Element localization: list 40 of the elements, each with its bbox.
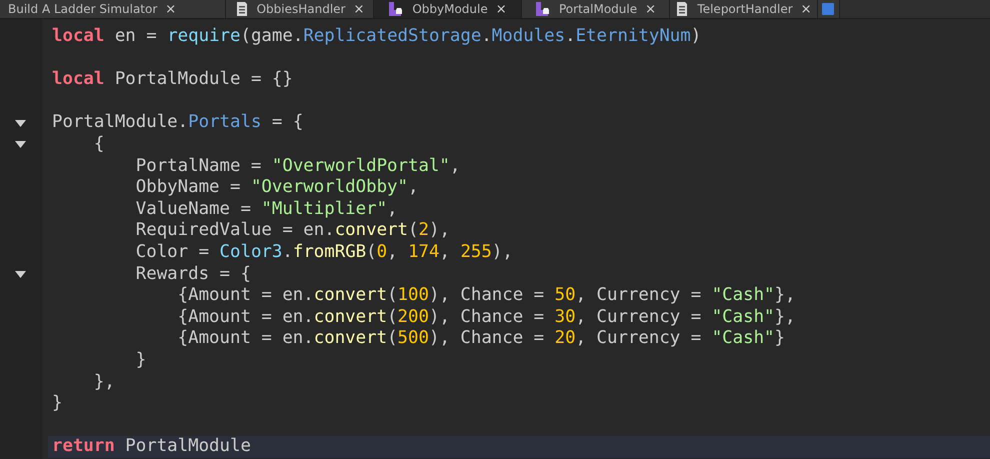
editor-tab[interactable]: Build A Ladder Simulator × <box>0 0 226 18</box>
document-icon <box>234 2 249 16</box>
code-line: RequiredValue = en.convert(2), <box>134 220 450 242</box>
code-line: return PortalModule <box>52 436 251 458</box>
code-line: {Amount = en.convert(200), Chance = 30, Currency = "Cash"}, <box>176 306 796 328</box>
module-icon <box>388 2 404 16</box>
code-line: } <box>52 393 62 415</box>
tab-label: ObbyModule <box>412 2 488 16</box>
close-icon[interactable]: × <box>496 2 507 16</box>
code-line: PortalModule.Portals = { <box>52 112 304 134</box>
tab-label: TeleportHandler <box>697 2 793 16</box>
code-line: {Amount = en.convert(500), Chance = 20, Currency = "Cash"} <box>176 328 785 350</box>
code-line: ObbyName = "OverworldObby", <box>134 177 418 199</box>
tab-label: PortalModule <box>558 2 638 16</box>
tab-label: Build A Ladder Simulator <box>8 2 158 16</box>
code-line: ValueName = "Multiplier", <box>134 198 398 220</box>
editor-tab[interactable] <box>818 0 840 18</box>
module-icon <box>534 2 551 16</box>
close-icon[interactable]: × <box>354 2 364 16</box>
close-icon[interactable]: × <box>800 2 812 16</box>
tab-label: ObbiesHandler <box>256 2 346 16</box>
code-line: Color = Color3.fromRGB(0, 174, 255), <box>134 242 513 264</box>
code-line: } <box>134 350 146 372</box>
fold-arrow-icon[interactable] <box>14 270 26 278</box>
fold-arrow-icon[interactable] <box>14 141 26 148</box>
document-icon <box>675 2 690 16</box>
code-line: { <box>92 134 104 156</box>
editor-tab[interactable]: ObbiesHandler × <box>226 0 374 18</box>
editor-tab[interactable]: PortalModule × <box>522 0 670 18</box>
code-line: Rewards = { <box>134 264 251 286</box>
code-line: {Amount = en.convert(100), Chance = 50, Currency = "Cash"}, <box>176 285 796 307</box>
code-line: PortalName = "OverworldPortal", <box>134 156 460 178</box>
close-icon[interactable]: × <box>645 2 656 16</box>
close-icon[interactable]: × <box>165 2 176 16</box>
editor-tab[interactable]: ObbyModule × <box>374 0 522 18</box>
editor-tab[interactable]: TeleportHandler × <box>670 0 818 18</box>
fold-arrow-icon[interactable] <box>14 120 26 127</box>
code-line: local en = require(game.ReplicatedStorage.Modules.EternityNum) <box>52 26 702 48</box>
code-line: }, <box>92 372 115 394</box>
code-line: local PortalModule = {} <box>52 69 293 91</box>
